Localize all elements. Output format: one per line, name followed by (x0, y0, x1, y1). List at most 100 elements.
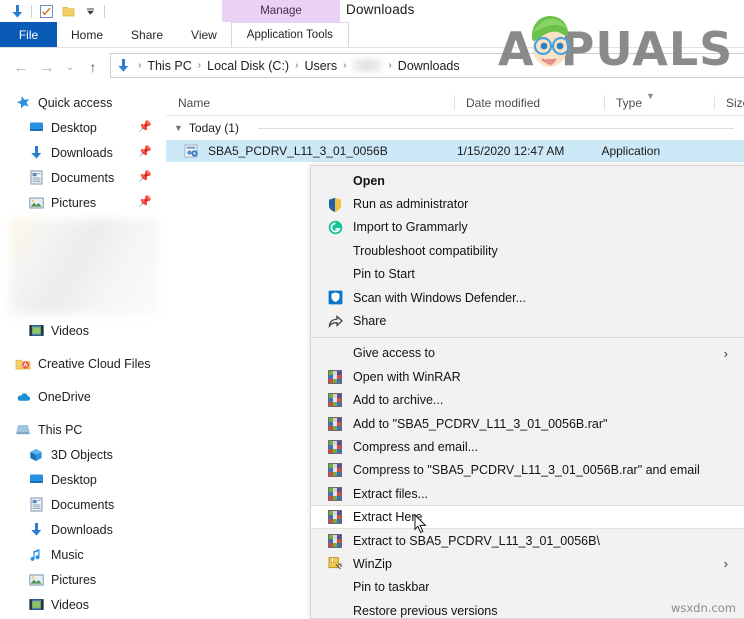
sidebar-item-creative-cloud-files[interactable]: Creative Cloud Files (0, 351, 166, 376)
breadcrumb-this-pc[interactable]: This PC (147, 59, 191, 73)
menu-item-compress-and-email[interactable]: Compress and email... (311, 435, 744, 458)
address-bar[interactable]: › This PC › Local Disk (C:) › Users › › … (110, 53, 744, 78)
tab-application-tools[interactable]: Application Tools (230, 22, 349, 47)
sidebar-item-onedrive[interactable]: OneDrive (0, 384, 166, 409)
menu-item-extract-files[interactable]: Extract files... (311, 482, 744, 505)
pin-icon[interactable]: 📌 (138, 120, 152, 133)
recent-locations-button[interactable]: ⌄ (60, 56, 80, 78)
sidebar-item-label: Pictures (51, 572, 97, 587)
up-arrow-icon: ↑ (89, 59, 97, 75)
sidebar-item-this-pc-videos[interactable]: Videos (0, 592, 166, 617)
menu-item-winzip[interactable]: WinZip › (311, 552, 744, 575)
menu-item-troubleshoot-compatibility[interactable]: Troubleshoot compatibility (311, 239, 744, 262)
column-header-type[interactable]: Type (604, 90, 714, 115)
winrar-icon (327, 416, 343, 432)
new-folder-icon[interactable] (57, 1, 79, 21)
menu-item-pin-to-taskbar[interactable]: Pin to taskbar (311, 576, 744, 599)
sidebar-item-this-pc-pictures[interactable]: Pictures (0, 567, 166, 592)
group-header-rule (258, 128, 734, 129)
mouse-cursor (414, 513, 428, 539)
application-exe-icon (182, 144, 202, 159)
group-header-today[interactable]: ▼ Today (1) (166, 116, 744, 140)
sidebar-item-this-pc-desktop[interactable]: Desktop (0, 467, 166, 492)
breadcrumb-username-redacted[interactable] (352, 59, 383, 72)
sidebar-item-pictures[interactable]: Pictures 📌 (0, 190, 166, 215)
creative-cloud-icon (14, 356, 32, 372)
table-row[interactable]: SBA5_PCDRV_L11_3_01_0056B 1/15/2020 12:4… (166, 140, 744, 162)
menu-item-compress-to-named-rar-and-email[interactable]: Compress to "SBA5_PCDRV_L11_3_01_0056B.r… (311, 459, 744, 482)
tab-view[interactable]: View (177, 22, 231, 47)
menu-item-run-as-administrator[interactable]: Run as administrator (311, 192, 744, 215)
winrar-icon (327, 533, 343, 549)
pin-icon[interactable]: 📌 (138, 195, 152, 208)
menu-item-import-to-grammarly[interactable]: Import to Grammarly (311, 216, 744, 239)
this-pc-icon (14, 422, 32, 438)
grammarly-icon (327, 219, 343, 235)
sidebar-item-this-pc[interactable]: This PC (0, 417, 166, 442)
documents-icon (27, 497, 45, 513)
ribbon-tab-bar: File Home Share View Application Tools (0, 22, 744, 47)
menu-item-label: Run as administrator (353, 197, 469, 212)
menu-item-give-access-to[interactable]: Give access to › (311, 342, 744, 365)
no-icon (327, 266, 343, 282)
menu-item-open[interactable]: Open (311, 169, 744, 192)
menu-item-extract-to-folder[interactable]: Extract to SBA5_PCDRV_L11_3_01_0056B\ (311, 529, 744, 552)
menu-item-share[interactable]: Share (311, 309, 744, 332)
menu-item-extract-here[interactable]: Extract Here (311, 505, 744, 529)
breadcrumb-local-disk[interactable]: Local Disk (C:) (207, 59, 289, 73)
group-header-label: Today (1) (188, 121, 239, 135)
tab-share[interactable]: Share (117, 22, 177, 47)
sidebar-item-downloads[interactable]: Downloads 📌 (0, 140, 166, 165)
back-arrow-icon: ← (13, 58, 29, 76)
column-header-name[interactable]: Name (166, 90, 454, 115)
3d-objects-icon (27, 447, 45, 463)
sidebar-item-label: Videos (51, 323, 89, 338)
downloads-arrow-icon[interactable] (6, 1, 28, 21)
no-icon (327, 579, 343, 595)
up-one-level-button[interactable]: ↑ (80, 56, 106, 78)
breadcrumb-separator-4: › (388, 60, 392, 71)
sidebar-item-quick-access[interactable]: Quick access (0, 90, 166, 115)
tab-home[interactable]: Home (57, 22, 117, 47)
forward-button[interactable]: → (34, 56, 60, 78)
file-name-cell: SBA5_PCDRV_L11_3_01_0056B (208, 144, 388, 158)
column-header-size[interactable]: Size (714, 90, 744, 115)
column-header-date-modified[interactable]: Date modified (454, 90, 604, 115)
no-icon (327, 173, 343, 189)
menu-item-add-to-archive[interactable]: Add to archive... (311, 389, 744, 412)
menu-item-scan-with-windows-defender[interactable]: Scan with Windows Defender... (311, 286, 744, 309)
back-button[interactable]: ← (8, 56, 34, 78)
context-menu: Open Run as administrator Import to Gram… (310, 165, 744, 619)
sidebar-item-label: Documents (51, 170, 115, 185)
winrar-icon (327, 392, 343, 408)
sidebar-item-3d-objects[interactable]: 3D Objects (0, 442, 166, 467)
pin-icon[interactable]: 📌 (138, 145, 152, 158)
share-icon (327, 313, 343, 329)
videos-icon (27, 597, 45, 613)
breadcrumb-separator-3: › (343, 60, 347, 71)
sidebar-item-documents[interactable]: Documents 📌 (0, 165, 166, 190)
tab-application-tools-label: Application Tools (246, 29, 333, 41)
menu-item-pin-to-start[interactable]: Pin to Start (311, 263, 744, 286)
customize-chevron-icon[interactable] (79, 1, 101, 21)
pin-icon[interactable]: 📌 (138, 170, 152, 183)
breadcrumb-downloads[interactable]: Downloads (398, 59, 460, 73)
videos-icon (27, 323, 45, 339)
sidebar-item-videos[interactable]: Videos (0, 318, 166, 343)
menu-item-open-with-winrar[interactable]: Open with WinRAR (311, 365, 744, 388)
properties-icon[interactable] (35, 1, 57, 21)
breadcrumb-users[interactable]: Users (304, 59, 337, 73)
contextual-tab-label: Manage (260, 5, 302, 17)
sidebar-item-label: Quick access (38, 95, 113, 110)
breadcrumb-separator-1: › (197, 60, 202, 71)
sidebar-item-this-pc-documents[interactable]: Documents (0, 492, 166, 517)
sidebar-item-music[interactable]: Music (0, 542, 166, 567)
quick-access-toolbar: Downloads (0, 0, 744, 22)
site-watermark: wsxdn.com (670, 601, 736, 615)
menu-item-add-to-named-rar[interactable]: Add to "SBA5_PCDRV_L11_3_01_0056B.rar" (311, 412, 744, 435)
tab-file[interactable]: File (0, 22, 57, 47)
sidebar-item-this-pc-downloads[interactable]: Downloads (0, 517, 166, 542)
sidebar-item-desktop[interactable]: Desktop 📌 (0, 115, 166, 140)
